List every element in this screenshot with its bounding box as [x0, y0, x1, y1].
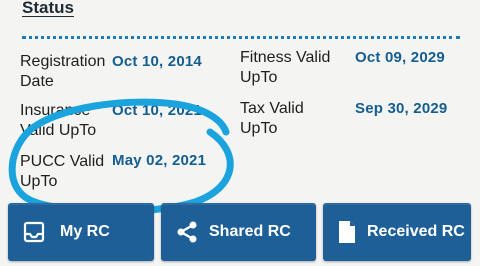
insurance-valid-value: Oct 10, 2021	[112, 102, 202, 119]
share-icon	[167, 220, 207, 244]
shared-rc-button[interactable]: Shared RC	[161, 203, 316, 261]
insurance-valid-label: Insurance Valid UpTo	[20, 102, 97, 139]
received-rc-label: Received RC	[367, 223, 465, 240]
received-rc-button[interactable]: Received RC	[323, 203, 471, 261]
fitness-valid-label: Fitness Valid UpTo	[240, 49, 331, 86]
shared-rc-label: Shared RC	[209, 223, 291, 240]
registration-date-label: Registration Date	[20, 53, 106, 90]
tax-valid-value: Sep 30, 2029	[355, 100, 448, 117]
registration-date-value: Oct 10, 2014	[112, 53, 202, 70]
document-icon	[327, 220, 367, 244]
my-rc-label: My RC	[60, 223, 110, 240]
inbox-icon	[14, 221, 54, 243]
tax-valid-label: Tax Valid UpTo	[240, 100, 304, 137]
my-rc-button[interactable]: My RC	[8, 203, 154, 261]
section-title: Status	[22, 0, 74, 17]
fitness-valid-value: Oct 09, 2029	[355, 49, 445, 66]
section-divider	[22, 36, 460, 39]
pucc-valid-value: May 02, 2021	[112, 152, 207, 169]
pucc-valid-label: PUCC Valid UpTo	[20, 153, 105, 190]
